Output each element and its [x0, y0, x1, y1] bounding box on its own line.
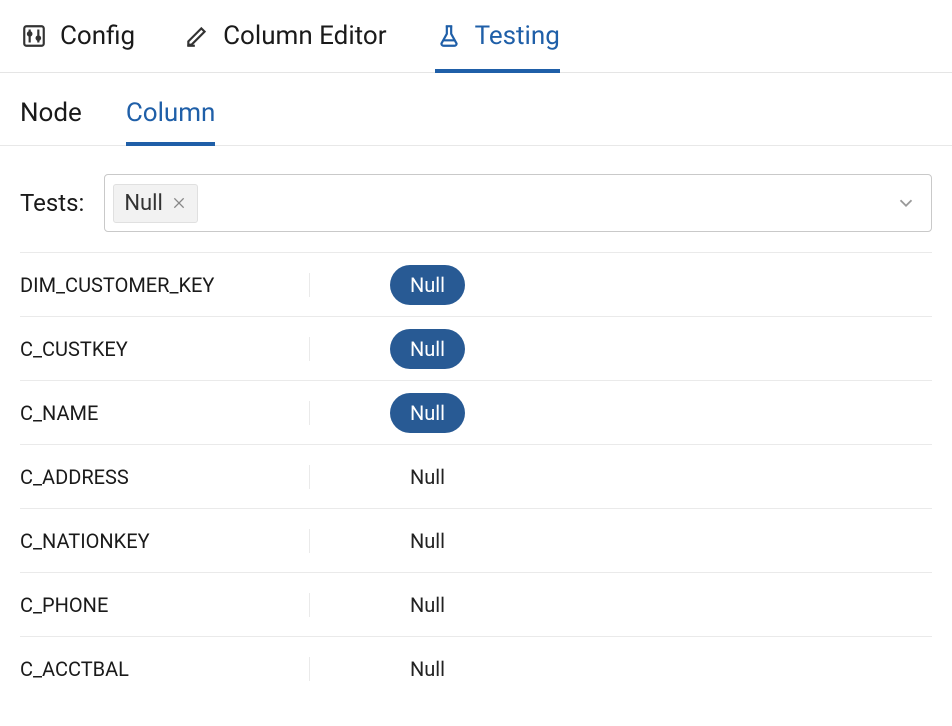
pencil-icon: [183, 22, 211, 50]
tab-config[interactable]: Config: [20, 21, 135, 73]
flask-icon: [435, 22, 463, 50]
column-pill-cell: Null: [310, 521, 932, 561]
column-name: DIM_CUSTOMER_KEY: [20, 273, 310, 297]
null-pill[interactable]: Null: [390, 649, 465, 689]
null-pill[interactable]: Null: [390, 329, 465, 369]
column-name: C_PHONE: [20, 593, 310, 617]
column-pill-cell: Null: [310, 329, 932, 369]
tab-column-editor-label: Column Editor: [223, 21, 386, 51]
sub-tab-node[interactable]: Node: [20, 98, 82, 146]
table-row: C_ACCTBAL Null: [20, 636, 932, 700]
table-row: C_NATIONKEY Null: [20, 508, 932, 572]
sub-tab-node-label: Node: [20, 98, 82, 128]
tests-select[interactable]: Null: [104, 174, 932, 232]
null-pill[interactable]: Null: [390, 585, 465, 625]
column-pill-cell: Null: [310, 457, 932, 497]
tab-testing-label: Testing: [475, 21, 560, 51]
null-pill[interactable]: Null: [390, 393, 465, 433]
column-name: C_ACCTBAL: [20, 657, 310, 681]
tab-config-label: Config: [60, 21, 135, 51]
top-tab-bar: Config Column Editor Testing: [0, 0, 952, 73]
sub-tab-bar: Node Column: [0, 73, 952, 146]
column-pill-cell: Null: [310, 649, 932, 689]
column-name: C_NATIONKEY: [20, 529, 310, 553]
table-row: C_NAME Null: [20, 380, 932, 444]
column-pill-cell: Null: [310, 585, 932, 625]
column-pill-cell: Null: [310, 393, 932, 433]
table-row: C_ADDRESS Null: [20, 444, 932, 508]
column-pill-cell: Null: [310, 265, 932, 305]
table-row: C_CUSTKEY Null: [20, 316, 932, 380]
column-name: C_ADDRESS: [20, 465, 310, 489]
tests-tag: Null: [113, 184, 198, 223]
table-row: DIM_CUSTOMER_KEY Null: [20, 252, 932, 316]
tests-label: Tests:: [20, 189, 84, 217]
null-pill[interactable]: Null: [390, 457, 465, 497]
null-pill[interactable]: Null: [390, 521, 465, 561]
table-row: C_PHONE Null: [20, 572, 932, 636]
column-name: C_CUSTKEY: [20, 337, 310, 361]
chevron-down-icon: [895, 192, 917, 214]
null-pill[interactable]: Null: [390, 265, 465, 305]
column-test-table: DIM_CUSTOMER_KEY Null C_CUSTKEY Null C_N…: [0, 252, 952, 700]
tests-selector-row: Tests: Null: [0, 146, 952, 252]
sub-tab-column[interactable]: Column: [126, 98, 216, 146]
tab-testing[interactable]: Testing: [435, 21, 560, 73]
tests-tag-label: Null: [124, 191, 163, 216]
sub-tab-column-label: Column: [126, 98, 216, 128]
tab-column-editor[interactable]: Column Editor: [183, 21, 386, 73]
sliders-icon: [20, 22, 48, 50]
column-name: C_NAME: [20, 401, 310, 425]
close-icon[interactable]: [171, 195, 187, 211]
